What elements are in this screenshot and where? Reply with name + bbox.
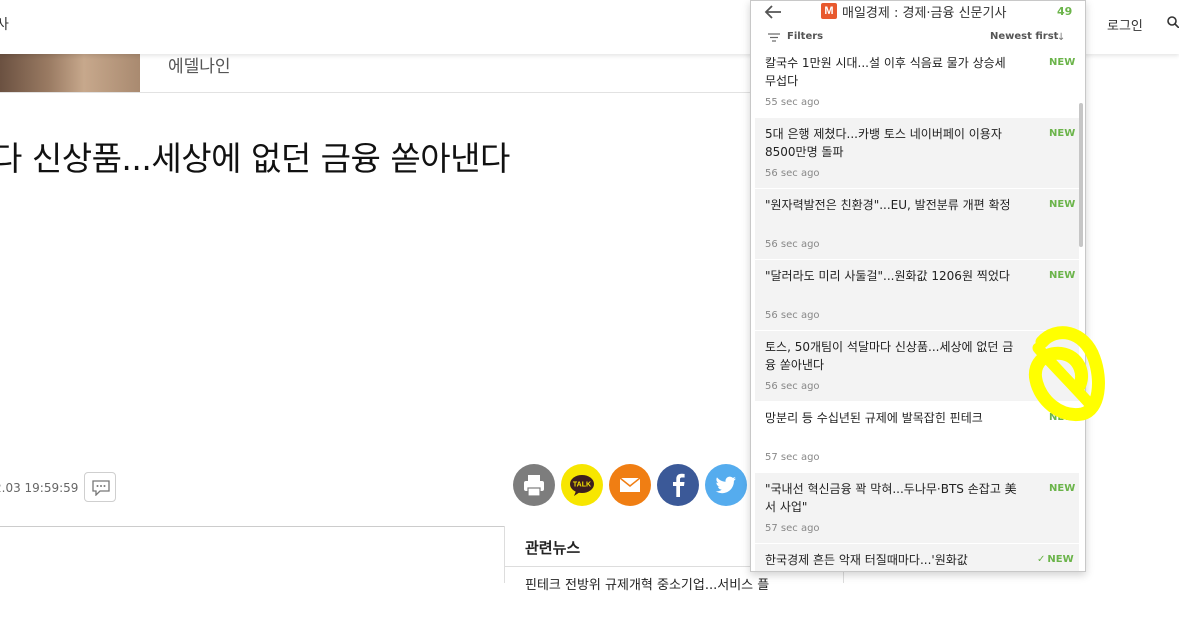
mail-icon bbox=[619, 477, 641, 492]
search-icon[interactable] bbox=[1167, 16, 1179, 28]
sort-dropdown[interactable]: Newest first bbox=[990, 31, 1058, 42]
feed-item-time: 56 sec ago bbox=[765, 168, 820, 179]
feed-item-time: 56 sec ago bbox=[765, 310, 820, 321]
print-icon bbox=[524, 475, 544, 497]
feed-item-title: 토스, 50개팀이 석달마다 신상품...세상에 없던 금융 쏟아낸다 bbox=[765, 340, 1014, 372]
feed-item-time: 57 sec ago bbox=[765, 523, 820, 534]
feed-item-list: 칼국수 1만원 시대...설 이후 식음료 물가 상승세 무섭다 55 sec … bbox=[755, 47, 1083, 571]
filter-bar: Filters Newest first ↓ bbox=[751, 27, 1085, 49]
highlight-annotation bbox=[1028, 326, 1105, 422]
share-kakaotalk-button[interactable]: TALK bbox=[561, 464, 603, 506]
feed-reader-popup: M 매일경제 : 경제·금융 신문기사 49 Filters Newest fi… bbox=[750, 0, 1086, 572]
feed-item[interactable]: "원자력발전은 친환경"...EU, 발전분류 개편 확정 56 sec ago… bbox=[755, 189, 1079, 259]
filter-icon[interactable] bbox=[768, 33, 780, 42]
new-badge: NEW bbox=[1049, 57, 1076, 68]
new-badge: NEW bbox=[1049, 483, 1076, 494]
feed-logo-icon: M bbox=[821, 3, 837, 19]
new-badge: ✓ NEW bbox=[1037, 554, 1074, 565]
comment-button[interactable] bbox=[84, 472, 116, 502]
popup-header: M 매일경제 : 경제·금융 신문기사 49 bbox=[751, 1, 1085, 23]
feed-scrollbar[interactable] bbox=[1079, 103, 1083, 247]
feed-item[interactable]: 5대 은행 제쳤다...카뱅 토스 네이버페이 이용자 8500만명 돌파 56… bbox=[755, 118, 1079, 188]
comment-icon bbox=[92, 480, 110, 496]
feed-item[interactable]: 칼국수 1만원 시대...설 이후 식음료 물가 상승세 무섭다 55 sec … bbox=[755, 47, 1079, 117]
feed-item[interactable]: "국내선 혁신금융 꽉 막혀...두나무·BTS 손잡고 美서 사업" 57 s… bbox=[755, 473, 1079, 543]
filters-button[interactable]: Filters bbox=[787, 31, 823, 42]
feed-item-title: "국내선 혁신금융 꽉 막혀...두나무·BTS 손잡고 美서 사업" bbox=[765, 482, 1017, 514]
share-twitter-button[interactable] bbox=[705, 464, 747, 506]
feed-item-title: 칼국수 1만원 시대...설 이후 식음료 물가 상승세 무섭다 bbox=[765, 56, 1006, 88]
feed-item-time: 56 sec ago bbox=[765, 239, 820, 250]
unread-count-badge: 49 bbox=[1057, 5, 1073, 18]
new-badge: NEW bbox=[1049, 128, 1076, 139]
article-datetime: 2.03 19:59:59 bbox=[0, 481, 79, 495]
new-badge: NEW bbox=[1049, 270, 1076, 281]
feed-item-time: 56 sec ago bbox=[765, 381, 820, 392]
kakaotalk-icon: TALK bbox=[570, 475, 594, 496]
feed-item-time: 57 sec ago bbox=[765, 452, 820, 463]
share-email-button[interactable] bbox=[609, 464, 651, 506]
checkmark-icon: ✓ bbox=[1037, 554, 1046, 565]
share-facebook-button[interactable] bbox=[657, 464, 699, 506]
svg-text:TALK: TALK bbox=[573, 482, 591, 489]
login-link[interactable]: 로그인 bbox=[1107, 15, 1143, 34]
feed-item-title: 5대 은행 제쳤다...카뱅 토스 네이버페이 이용자 8500만명 돌파 bbox=[765, 127, 1002, 159]
related-news-item[interactable]: 핀테크 전방위 규제개혁 중소기업...서비스 플 bbox=[525, 574, 849, 644]
related-news-title: 관련뉴스 bbox=[525, 539, 581, 557]
feed-item[interactable]: 한국경제 흔든 악재 터질때마다...'원화값 ✓ NEW bbox=[755, 544, 1079, 571]
article-headline: 다 신상품...세상에 없던 금융 쏟아낸다 bbox=[0, 139, 510, 178]
feed-item-title: 망분리 등 수십년된 규제에 발목잡힌 핀테크 bbox=[765, 411, 983, 425]
share-print-button[interactable] bbox=[513, 464, 555, 506]
author-photo bbox=[0, 54, 140, 92]
divider bbox=[0, 92, 760, 93]
nav-menu-fragment[interactable]: 사 bbox=[0, 14, 9, 34]
back-arrow-icon[interactable] bbox=[763, 4, 783, 20]
twitter-icon bbox=[715, 476, 736, 494]
new-badge-label: NEW bbox=[1047, 554, 1074, 565]
feed-item-title: "달러라도 미리 사둘걸"...원화값 1206원 찍었다 bbox=[765, 269, 1010, 283]
feed-item-title: 한국경제 흔든 악재 터질때마다...'원화값 bbox=[765, 553, 968, 567]
sort-arrow-icon[interactable]: ↓ bbox=[1057, 32, 1065, 43]
author-name: 에델나인 bbox=[168, 57, 231, 77]
feed-item-title: "원자력발전은 친환경"...EU, 발전분류 개편 확정 bbox=[765, 198, 1011, 212]
new-badge: NEW bbox=[1049, 199, 1076, 210]
feed-item-time: 55 sec ago bbox=[765, 97, 820, 108]
feed-title: 매일경제 : 경제·금융 신문기사 bbox=[842, 6, 1007, 21]
facebook-icon bbox=[673, 473, 685, 497]
